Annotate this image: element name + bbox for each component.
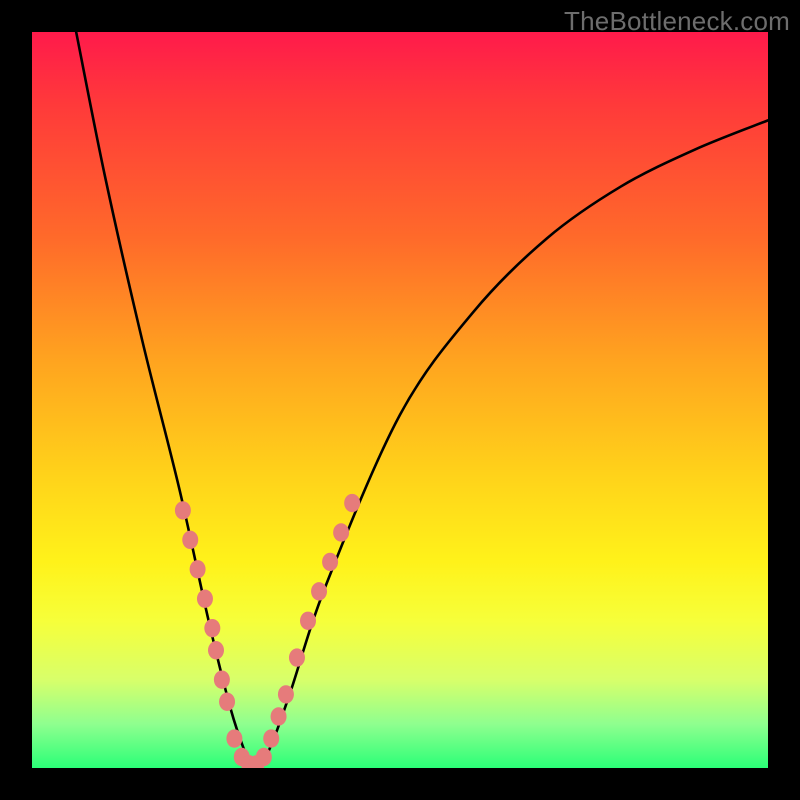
highlight-dots-left	[175, 501, 235, 711]
highlight-dot	[256, 748, 272, 766]
highlight-dot	[289, 648, 305, 666]
bottleneck-curve	[76, 32, 768, 768]
highlight-dot	[311, 582, 327, 600]
highlight-dot	[197, 590, 213, 608]
highlight-dot	[214, 670, 230, 688]
plot-area	[32, 32, 768, 768]
highlight-dot	[344, 494, 360, 512]
curve-svg	[32, 32, 768, 768]
highlight-dot	[175, 501, 191, 519]
highlight-dot	[263, 729, 279, 747]
chart-frame: TheBottleneck.com	[0, 0, 800, 800]
highlight-dot	[300, 612, 316, 630]
highlight-dot	[219, 693, 235, 711]
highlight-dot	[208, 641, 224, 659]
highlight-dot	[204, 619, 220, 637]
highlight-dot	[322, 553, 338, 571]
highlight-dot	[182, 531, 198, 549]
highlight-dot	[226, 729, 242, 747]
highlight-dot	[271, 707, 287, 725]
highlight-dot	[333, 523, 349, 541]
highlight-dots-right	[278, 494, 360, 704]
highlight-dot	[278, 685, 294, 703]
highlight-dot	[190, 560, 206, 578]
highlight-dots-trough	[226, 707, 286, 768]
